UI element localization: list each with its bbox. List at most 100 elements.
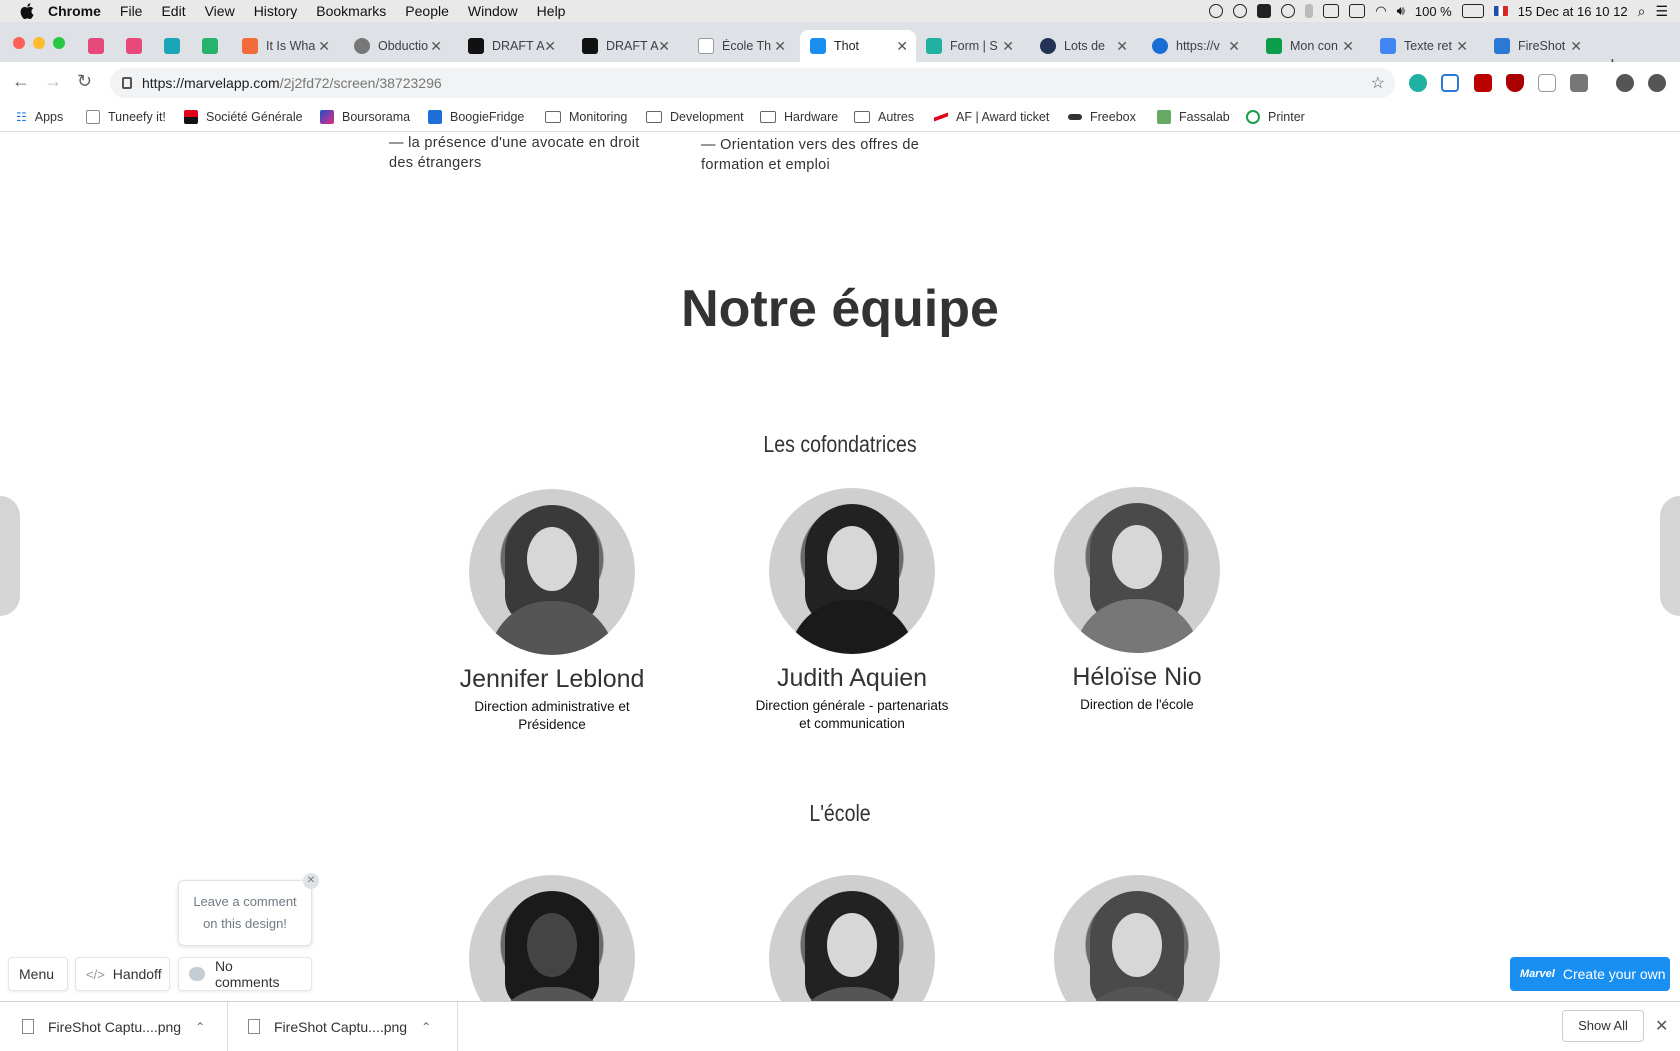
address-bar[interactable]: https://marvelapp.com/2j2fd72/screen/387… — [110, 68, 1395, 98]
tab-lots-de[interactable]: Lots de ✕ — [1030, 30, 1136, 62]
close-tab-icon[interactable]: ✕ — [1002, 38, 1014, 55]
spotlight-icon[interactable]: ⌕ — [1638, 3, 1646, 20]
bookmark-boogiefridge[interactable]: BoogieFridge — [428, 110, 524, 124]
shield-extension-icon[interactable] — [1506, 74, 1524, 92]
apple-menu-icon[interactable] — [20, 3, 34, 19]
volume-icon[interactable]: 🔊︎ — [1397, 3, 1405, 19]
status-icon-7[interactable] — [1349, 4, 1366, 18]
tab-ecole[interactable]: École Th ✕ — [688, 30, 794, 62]
extension-icon-2[interactable] — [1441, 74, 1459, 92]
tab-draft-1[interactable]: DRAFT A ✕ — [458, 30, 564, 62]
next-screen-handle[interactable] — [1660, 496, 1680, 616]
menu-edit[interactable]: Edit — [161, 3, 185, 19]
tab-obductio[interactable]: Obductio ✕ — [344, 30, 450, 62]
menu-window[interactable]: Window — [468, 3, 518, 19]
zoom-window-button[interactable] — [53, 37, 65, 49]
profile-avatar-icon[interactable] — [1616, 74, 1634, 92]
bookmark-monitoring[interactable]: Monitoring — [545, 110, 627, 124]
menu-file[interactable]: File — [120, 3, 143, 19]
tab-it-is-what[interactable]: It Is Wha ✕ — [232, 30, 338, 62]
tab-pinned-1[interactable] — [78, 30, 114, 62]
menu-view[interactable]: View — [205, 3, 235, 19]
menu-people[interactable]: People — [405, 3, 449, 19]
prev-screen-handle[interactable] — [0, 496, 20, 616]
tab-favicon-icon — [202, 38, 218, 54]
show-all-button[interactable]: Show All — [1562, 1010, 1644, 1042]
marvel-extension-icon[interactable] — [1409, 74, 1427, 92]
reload-icon[interactable]: ↻ — [77, 71, 92, 92]
tab-pinned-4[interactable] — [192, 30, 228, 62]
tab-pinned-2[interactable] — [116, 30, 152, 62]
input-source-flag-icon[interactable] — [1493, 6, 1508, 16]
bookmark-hardware[interactable]: Hardware — [760, 110, 838, 124]
bookmark-boursorama[interactable]: Boursorama — [320, 110, 410, 124]
close-tab-icon[interactable]: ✕ — [430, 38, 442, 55]
chevron-up-icon[interactable]: ⌃ — [421, 1020, 431, 1034]
bookmark-af-award-ticket[interactable]: AF | Award ticket — [934, 110, 1049, 124]
download-item[interactable]: FireShot Captu....png ⌃ — [228, 1002, 458, 1051]
menu-help[interactable]: Help — [537, 3, 566, 19]
bookmark-societe-generale[interactable]: Société Générale — [184, 110, 303, 124]
bluetooth-icon[interactable] — [1305, 4, 1314, 18]
close-window-button[interactable] — [13, 37, 25, 49]
tab-draft-2[interactable]: DRAFT A ✕ — [572, 30, 678, 62]
update-icon[interactable] — [1648, 74, 1666, 92]
forward-arrow-icon[interactable]: → — [44, 71, 62, 92]
bookmark-star-icon[interactable]: ☆ — [1371, 73, 1385, 93]
menu-chrome[interactable]: Chrome — [48, 3, 101, 19]
close-icon[interactable]: ✕ — [1655, 1016, 1668, 1036]
close-tab-icon[interactable]: ✕ — [1116, 38, 1128, 55]
extension-icon-5[interactable] — [1538, 74, 1556, 92]
wifi-icon[interactable]: ◠ — [1375, 3, 1386, 19]
cofounder-photo — [469, 489, 635, 655]
tab-thot-active[interactable]: Thot ✕ — [800, 30, 916, 62]
notification-center-icon[interactable]: ☰ — [1655, 3, 1668, 20]
bookmark-freebox[interactable]: Freebox — [1068, 110, 1136, 124]
status-icon-2[interactable] — [1233, 4, 1248, 18]
airplay-icon[interactable] — [1323, 4, 1340, 18]
clock[interactable]: 15 Dec at 16 10 12 — [1518, 4, 1628, 19]
download-item[interactable]: FireShot Captu....png ⌃ — [0, 1002, 228, 1051]
create-your-own-button[interactable]: Marvel Create your own — [1510, 957, 1670, 991]
tab-fireshot[interactable]: FireShot ✕ — [1484, 30, 1590, 62]
bookmark-apps[interactable]: ☷ Apps — [16, 110, 63, 124]
menu-history[interactable]: History — [254, 3, 298, 19]
tab-texte-ret[interactable]: Texte ret ✕ — [1370, 30, 1476, 62]
airfrance-icon — [934, 110, 948, 124]
menu-bookmarks[interactable]: Bookmarks — [316, 3, 386, 19]
close-tab-icon[interactable]: ✕ — [774, 38, 786, 55]
tab-form[interactable]: Form | S ✕ — [916, 30, 1022, 62]
chevron-up-icon[interactable]: ⌃ — [195, 1020, 205, 1034]
status-icon-3[interactable] — [1257, 4, 1272, 18]
status-icon-1[interactable] — [1209, 4, 1224, 18]
bookmark-autres[interactable]: Autres — [854, 110, 914, 124]
bookmark-development[interactable]: Development — [646, 110, 744, 124]
close-tab-icon[interactable]: ✕ — [1342, 38, 1354, 55]
folder-icon — [760, 111, 776, 123]
bookmark-fassalab[interactable]: Fassalab — [1157, 110, 1230, 124]
close-tab-icon[interactable]: ✕ — [544, 38, 556, 55]
close-tab-icon[interactable]: ✕ — [896, 38, 908, 55]
back-arrow-icon[interactable]: ← — [12, 71, 30, 92]
lock-icon[interactable] — [122, 77, 132, 89]
bookmark-tuneefy[interactable]: Tuneefy it! — [86, 110, 166, 124]
close-tab-icon[interactable]: ✕ — [1228, 38, 1240, 55]
close-icon[interactable]: ✕ — [303, 873, 319, 889]
menu-button[interactable]: Menu — [8, 957, 68, 991]
close-tab-icon[interactable]: ✕ — [1456, 38, 1468, 55]
bookmark-printer[interactable]: Printer — [1246, 110, 1305, 124]
close-tab-icon[interactable]: ✕ — [1570, 38, 1582, 55]
tab-https[interactable]: https://v ✕ — [1142, 30, 1248, 62]
minimize-window-button[interactable] — [33, 37, 45, 49]
extension-icon-6[interactable] — [1570, 74, 1588, 92]
extension-icon-3[interactable] — [1474, 74, 1492, 92]
battery-icon[interactable] — [1461, 4, 1484, 18]
close-tab-icon[interactable]: ✕ — [658, 38, 670, 55]
tab-favicon-icon — [126, 38, 142, 54]
tab-pinned-3[interactable] — [154, 30, 190, 62]
time-machine-icon[interactable] — [1281, 4, 1296, 18]
comments-button[interactable]: No comments — [178, 957, 312, 991]
tab-mon-con[interactable]: Mon con ✕ — [1256, 30, 1362, 62]
handoff-button[interactable]: </> Handoff — [75, 957, 170, 991]
close-tab-icon[interactable]: ✕ — [318, 38, 330, 55]
